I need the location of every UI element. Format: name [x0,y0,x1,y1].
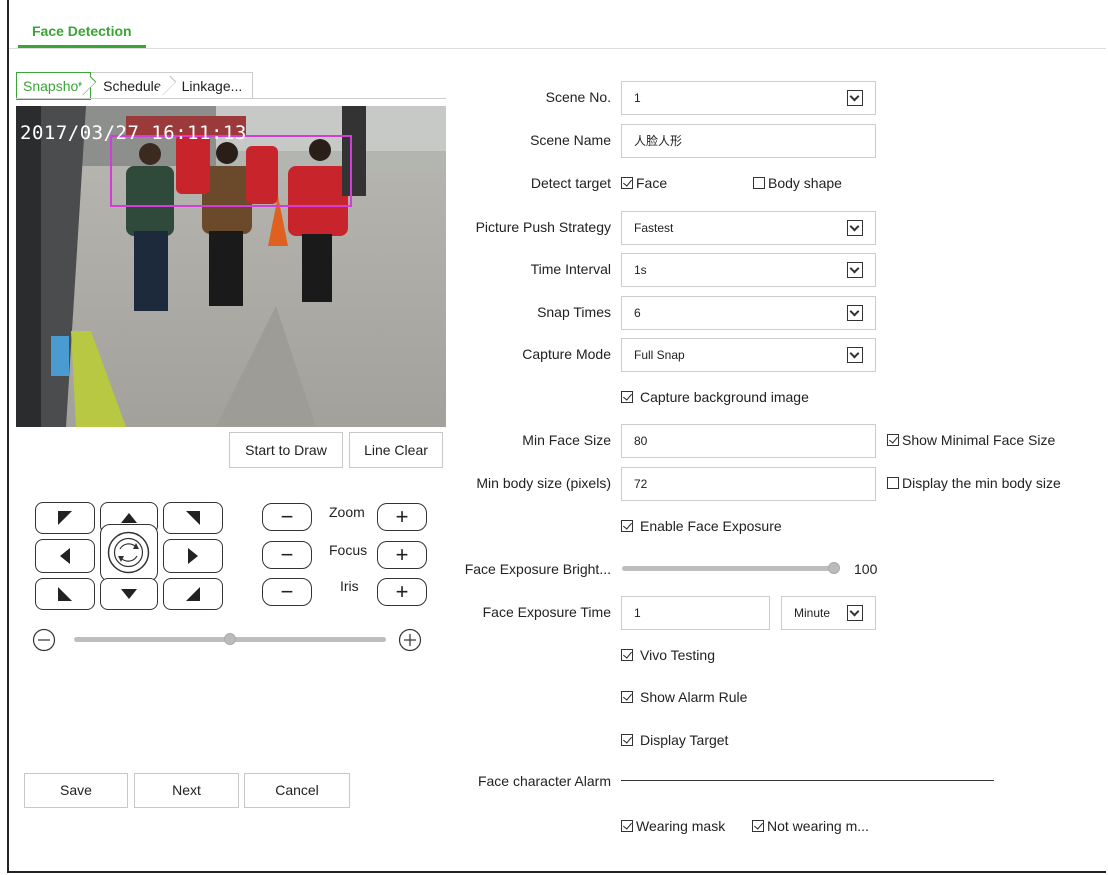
next-button[interactable]: Next [134,773,239,808]
arrow-right-icon [188,548,198,564]
ptz-speed-slider[interactable] [74,633,386,645]
enable-face-exposure-checkbox[interactable]: Enable Face Exposure [621,518,782,534]
arrow-up-left-icon [58,511,72,525]
arrow-down-icon [121,589,137,599]
arrow-left-icon [60,548,70,564]
iris-open-button[interactable]: + [377,578,427,606]
face-character-alarm-label: Face character Alarm [477,773,611,789]
arrow-down-right-icon [186,587,200,601]
ptz-down-right-button[interactable] [163,578,223,610]
min-body-size-label: Min body size (pixels) [476,475,611,491]
checkbox-checked-icon [887,434,899,446]
video-timestamp: 2017/03/27 16:11:13 [20,122,247,144]
capture-background-checkbox[interactable]: Capture background image [621,389,809,405]
focus-label: Focus [329,542,368,558]
ptz-left-button[interactable] [35,539,95,573]
scene-name-input[interactable]: 人脸人形 [621,124,876,158]
arrow-up-icon [121,513,137,523]
speed-decrease-icon[interactable] [32,628,56,652]
ptz-up-left-button[interactable] [35,502,95,534]
zoom-in-button[interactable]: + [377,503,427,531]
camera-scene-image [16,106,446,427]
detect-target-label: Detect target [530,175,611,191]
checkbox-checked-icon [621,734,633,746]
zoom-out-button[interactable]: − [262,503,312,531]
checkbox-checked-icon [621,391,633,403]
chevron-down-icon [847,90,863,106]
zoom-label: Zoom [329,504,365,520]
subtab-snapshot[interactable]: Snapshot [16,72,97,100]
exposure-time-input[interactable]: 1 [621,596,770,630]
display-min-body-checkbox[interactable]: Display the min body size [887,475,1061,491]
exposure-brightness-value: 100 [854,561,878,577]
tab-face-detection[interactable]: Face Detection [18,14,146,48]
checkbox-checked-icon [621,820,633,832]
ptz-speed-slider-thumb[interactable] [224,633,236,645]
capture-mode-label: Capture Mode [522,346,611,362]
header-divider [9,48,1106,49]
ptz-down-left-button[interactable] [35,578,95,610]
min-face-size-label: Min Face Size [522,432,611,448]
exposure-brightness-thumb[interactable] [828,562,840,574]
scene-no-select[interactable]: 1 [621,81,876,115]
push-strategy-label: Picture Push Strategy [475,219,611,235]
start-to-draw-button[interactable]: Start to Draw [229,432,343,468]
arrow-down-left-icon [58,587,72,601]
arrow-up-right-icon [186,511,200,525]
exposure-brightness-slider[interactable] [622,562,840,574]
speed-increase-icon[interactable] [398,628,422,652]
focus-near-button[interactable]: − [262,541,312,569]
subtab-divider [16,98,446,99]
time-interval-label: Time Interval [530,261,611,277]
subtab-bar: Snapshot Schedule Linkage... [16,72,254,100]
exposure-time-unit-select[interactable]: Minute [781,596,876,630]
section-divider [621,780,994,781]
checkbox-checked-icon [621,520,633,532]
line-clear-button[interactable]: Line Clear [349,432,443,468]
subtab-schedule[interactable]: Schedule [91,73,176,99]
time-interval-select[interactable]: 1s [621,253,876,287]
chevron-down-icon [847,262,863,278]
checkbox-checked-icon [621,649,633,661]
checkbox-unchecked-icon [887,477,899,489]
display-target-checkbox[interactable]: Display Target [621,732,728,748]
ptz-right-button[interactable] [163,539,223,573]
iris-label: Iris [340,578,359,594]
iris-close-button[interactable]: − [262,578,312,606]
min-face-size-input[interactable]: 80 [621,424,876,458]
ptz-reset-icon [107,531,150,574]
save-button[interactable]: Save [24,773,128,808]
checkbox-checked-icon [621,177,633,189]
exposure-brightness-label: Face Exposure Bright... [464,561,611,577]
snap-times-label: Snap Times [537,304,611,320]
show-alarm-rule-checkbox[interactable]: Show Alarm Rule [621,689,747,705]
ptz-down-button[interactable] [100,578,158,610]
focus-far-button[interactable]: + [377,541,427,569]
chevron-down-icon [847,605,863,621]
wearing-mask-checkbox[interactable]: Wearing mask [621,818,725,834]
detect-body-checkbox[interactable]: Body shape [753,175,842,191]
scene-no-label: Scene No. [545,89,611,105]
subtab-linkage[interactable]: Linkage... [169,73,253,99]
chevron-down-icon [847,347,863,363]
detect-face-checkbox[interactable]: Face [621,175,667,191]
snap-times-select[interactable]: 6 [621,296,876,330]
capture-mode-select[interactable]: Full Snap [621,338,876,372]
not-wearing-mask-checkbox[interactable]: Not wearing m... [752,818,869,834]
scene-name-label: Scene Name [530,132,611,148]
ptz-up-right-button[interactable] [163,502,223,534]
checkbox-checked-icon [621,691,633,703]
chevron-down-icon [847,220,863,236]
push-strategy-select[interactable]: Fastest [621,211,876,245]
min-body-size-input[interactable]: 72 [621,467,876,501]
chevron-down-icon [847,305,863,321]
video-preview[interactable]: 2017/03/27 16:11:13 [16,106,446,427]
cancel-button[interactable]: Cancel [244,773,350,808]
ptz-center-button[interactable] [100,524,158,582]
exposure-time-label: Face Exposure Time [482,604,611,620]
vivo-testing-checkbox[interactable]: Vivo Testing [621,647,715,663]
show-min-face-checkbox[interactable]: Show Minimal Face Size [887,432,1055,448]
checkbox-checked-icon [752,820,764,832]
checkbox-unchecked-icon [753,177,765,189]
